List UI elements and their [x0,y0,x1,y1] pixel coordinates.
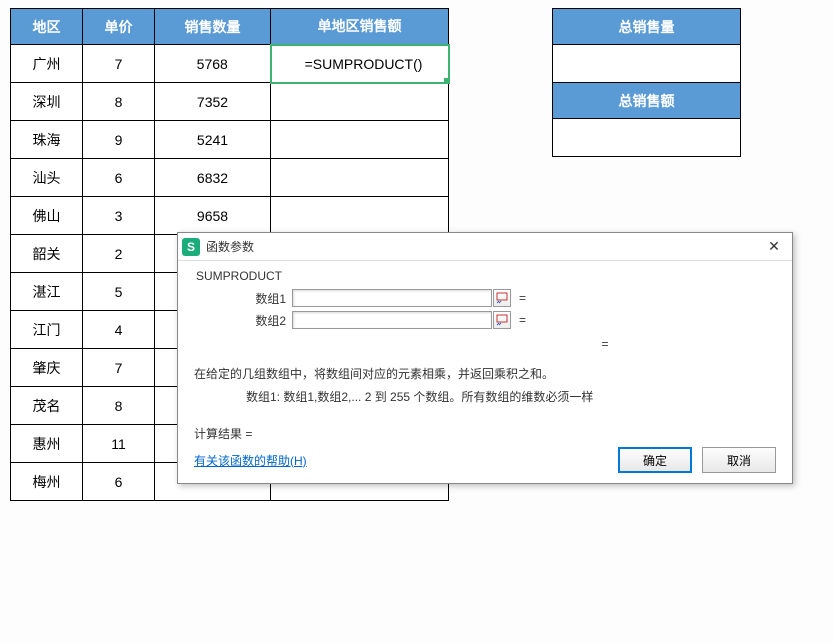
function-description-sub: 数组1: 数组1,数组2,... 2 到 255 个数组。所有数组的维数必须一样 [194,388,776,405]
param2-result: = [519,313,526,327]
table-row: 深圳87352 [11,83,449,121]
header-sales: 单地区销售额 [271,9,449,45]
cell-price[interactable]: 3 [83,197,155,235]
cell-sales[interactable] [271,197,449,235]
cell-sales[interactable] [271,159,449,197]
value-total-qty[interactable] [553,45,741,83]
param2-range-picker[interactable] [493,311,511,329]
cell-qty[interactable]: 7352 [155,83,271,121]
param1-range-picker[interactable] [493,289,511,307]
header-qty: 销售数量 [155,9,271,45]
table-row: 汕头66832 [11,159,449,197]
cell-price[interactable]: 6 [83,463,155,501]
cell-region[interactable]: 湛江 [11,273,83,311]
cell-region[interactable]: 深圳 [11,83,83,121]
cell-price[interactable]: 11 [83,425,155,463]
cell-price[interactable]: 7 [83,45,155,83]
cell-price[interactable]: 7 [83,349,155,387]
cell-region[interactable]: 汕头 [11,159,83,197]
table-row: 广州75768=SUMPRODUCT() [11,45,449,83]
cell-qty[interactable]: 9658 [155,197,271,235]
table-row: 珠海95241 [11,121,449,159]
close-icon[interactable]: ✕ [760,235,788,257]
summary-table: 总销售量 总销售额 [552,8,741,157]
calc-result-line: 计算结果 = [194,425,776,442]
overall-result-eq: = [434,337,776,351]
cell-region[interactable]: 韶关 [11,235,83,273]
cell-region[interactable]: 珠海 [11,121,83,159]
cell-region[interactable]: 江门 [11,311,83,349]
param1-result: = [519,291,526,305]
param1-input[interactable] [292,289,492,307]
cell-price[interactable]: 9 [83,121,155,159]
ok-button[interactable]: 确定 [618,447,692,473]
cell-region[interactable]: 梅州 [11,463,83,501]
function-description: 在给定的几组数组中，将数组间对应的元素相乘，并返回乘积之和。 [194,365,776,384]
function-arguments-dialog: S 函数参数 ✕ SUMPRODUCT 数组1 = 数组2 = = 在给定的几组… [177,232,793,484]
dialog-titlebar[interactable]: S 函数参数 ✕ [178,233,792,261]
cell-region[interactable]: 佛山 [11,197,83,235]
header-price: 单价 [83,9,155,45]
cell-price[interactable]: 8 [83,387,155,425]
param1-label: 数组1 [226,290,292,307]
cell-qty[interactable]: 5768 [155,45,271,83]
range-picker-icon [496,314,508,326]
cell-region[interactable]: 茂名 [11,387,83,425]
app-icon: S [182,238,200,256]
param2-input[interactable] [292,311,492,329]
label-total-sales: 总销售额 [553,83,741,119]
cell-price[interactable]: 6 [83,159,155,197]
cell-price[interactable]: 5 [83,273,155,311]
cell-price[interactable]: 2 [83,235,155,273]
cell-price[interactable]: 4 [83,311,155,349]
cell-qty[interactable]: 6832 [155,159,271,197]
cell-price[interactable]: 8 [83,83,155,121]
table-row: 佛山39658 [11,197,449,235]
cell-sales[interactable]: =SUMPRODUCT() [271,45,449,83]
dialog-title: 函数参数 [206,238,254,255]
label-total-qty: 总销售量 [553,9,741,45]
cell-region[interactable]: 肇庆 [11,349,83,387]
param2-label: 数组2 [226,312,292,329]
cell-sales[interactable] [271,83,449,121]
cell-qty[interactable]: 5241 [155,121,271,159]
header-region: 地区 [11,9,83,45]
cancel-button[interactable]: 取消 [702,447,776,473]
cell-sales[interactable] [271,121,449,159]
cell-region[interactable]: 广州 [11,45,83,83]
function-name: SUMPRODUCT [194,269,776,283]
cell-region[interactable]: 惠州 [11,425,83,463]
help-link[interactable]: 有关该函数的帮助(H) [194,452,307,469]
value-total-sales[interactable] [553,119,741,157]
range-picker-icon [496,292,508,304]
